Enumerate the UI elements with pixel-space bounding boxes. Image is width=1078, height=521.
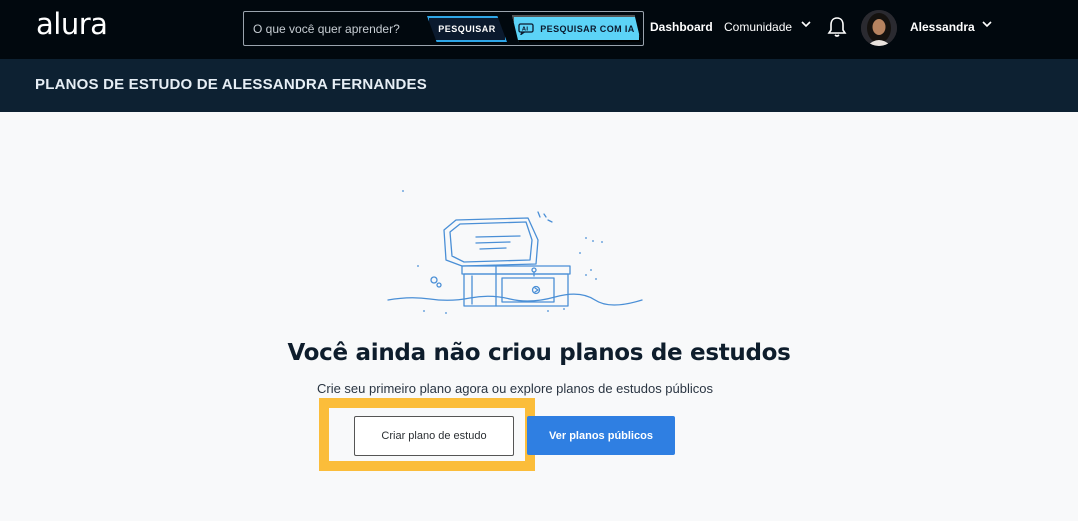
search-button[interactable]: PESQUISAR bbox=[427, 16, 507, 42]
avatar-image bbox=[861, 10, 897, 46]
chevron-down-icon[interactable] bbox=[801, 21, 811, 28]
treasure-chest-icon bbox=[387, 190, 643, 314]
empty-state-subtitle: Crie seu primeiro plano agora ou explore… bbox=[316, 381, 714, 396]
user-avatar[interactable] bbox=[861, 10, 897, 46]
page-header: PLANOS DE ESTUDO DE ALESSANDRA FERNANDES bbox=[0, 59, 1078, 112]
ai-search-label: PESQUISAR COM IA bbox=[540, 23, 635, 34]
search-input[interactable] bbox=[244, 12, 424, 45]
ai-chat-icon: AI bbox=[518, 22, 534, 35]
nav-comunidade-link[interactable]: Comunidade bbox=[724, 20, 792, 34]
empty-state-title: Você ainda não criou planos de estudos bbox=[287, 340, 791, 366]
notification-bell-icon[interactable] bbox=[827, 16, 847, 38]
page-title: PLANOS DE ESTUDO DE ALESSANDRA FERNANDES bbox=[35, 76, 427, 93]
create-study-plan-button[interactable]: Criar plano de estudo bbox=[354, 416, 514, 456]
nav-dashboard-link[interactable]: Dashboard bbox=[650, 20, 713, 34]
user-name[interactable]: Alessandra bbox=[910, 20, 975, 34]
top-navbar: alura PESQUISAR AI PESQUISAR COM IA Dash… bbox=[0, 0, 1078, 59]
search-bar: PESQUISAR AI PESQUISAR COM IA bbox=[243, 11, 644, 46]
alura-logo[interactable]: alura bbox=[36, 7, 108, 41]
view-public-plans-button[interactable]: Ver planos públicos bbox=[527, 416, 675, 455]
svg-text:AI: AI bbox=[522, 26, 529, 32]
chevron-down-icon[interactable] bbox=[982, 21, 992, 28]
ai-search-button[interactable]: AI PESQUISAR COM IA bbox=[512, 15, 641, 42]
